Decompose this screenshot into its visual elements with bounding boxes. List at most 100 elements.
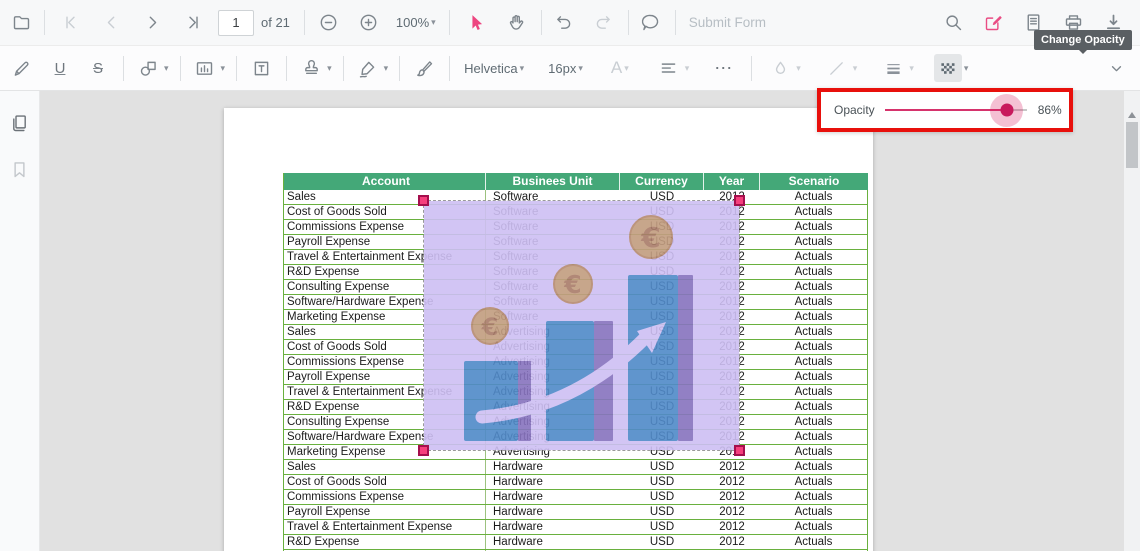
thumbnails-panel-button[interactable] [6, 109, 34, 137]
caret-down-icon: ▾ [221, 63, 226, 74]
redo-button[interactable] [590, 9, 618, 37]
table-cell-scenario: Actuals [760, 520, 868, 534]
text-color-icon: A [611, 58, 622, 78]
freehand-tool-button[interactable] [7, 54, 35, 82]
caret-down-icon: ▾ [796, 63, 801, 74]
table-cell-year: 2012 [704, 505, 760, 519]
table-cell-scenario: Actuals [760, 280, 868, 294]
table-cell-scenario: Actuals [760, 220, 868, 234]
zoom-level-value: 100% [396, 15, 429, 30]
table-cell-business-unit: Hardware [486, 490, 620, 504]
resize-handle-ne[interactable] [734, 195, 745, 206]
resize-handle-nw[interactable] [418, 195, 429, 206]
table-row: SalesHardwareUSD2012Actuals [283, 460, 868, 475]
shapes-icon [138, 58, 159, 79]
table-cell-account: R&D Expense [283, 535, 486, 549]
strikeout-tool-button[interactable]: S [84, 54, 112, 82]
chevron-down-icon [1106, 58, 1127, 79]
zoom-in-button[interactable] [355, 9, 383, 37]
last-page-button[interactable] [179, 9, 207, 37]
hand-icon [506, 12, 527, 33]
table-cell-year: 2012 [704, 490, 760, 504]
fill-color-dropdown[interactable]: ▾ [766, 54, 801, 82]
opacity-dropdown[interactable]: ▾ [934, 54, 969, 82]
undo-button[interactable] [550, 9, 578, 37]
left-sidebar [0, 91, 40, 551]
folder-icon [11, 12, 32, 33]
header-scenario: Scenario [760, 173, 868, 190]
caret-down-icon: ▾ [327, 63, 332, 74]
table-cell-account: Commissions Expense [283, 490, 486, 504]
undo-icon [553, 12, 574, 33]
select-tool-button[interactable] [462, 9, 490, 37]
page-number-input[interactable] [218, 10, 254, 36]
brush-tool-button[interactable] [410, 54, 438, 82]
table-cell-scenario: Actuals [760, 235, 868, 249]
toggle-panel-button[interactable] [7, 9, 35, 37]
table-cell-scenario: Actuals [760, 490, 868, 504]
separator [180, 56, 181, 81]
separator [628, 10, 629, 35]
edit-pencil-icon [983, 12, 1004, 33]
bookmark-icon [9, 159, 30, 180]
table-cell-account: Payroll Expense [283, 505, 486, 519]
pan-tool-button[interactable] [503, 9, 531, 37]
comment-button[interactable] [637, 9, 665, 37]
text-color-dropdown[interactable]: A ▾ [611, 58, 629, 78]
more-options-button[interactable]: ⋯ [709, 54, 737, 82]
separator [44, 10, 45, 35]
edit-annotations-button[interactable] [979, 9, 1007, 37]
separator [541, 10, 542, 35]
caret-down-icon: ▾ [578, 63, 583, 74]
image-annotation[interactable]: € € € [423, 200, 740, 451]
opacity-slider[interactable] [885, 109, 1027, 111]
table-row: Cost of Goods SoldHardwareUSD2012Actuals [283, 475, 868, 490]
font-size-dropdown[interactable]: 16px ▾ [548, 61, 583, 76]
table-row: R&D ExpenseHardwareUSD2012Actuals [283, 535, 868, 550]
caret-down-icon: ▾ [384, 63, 389, 74]
opacity-slider-handle[interactable] [1000, 104, 1013, 117]
next-page-button[interactable] [138, 9, 166, 37]
comment-bubble-icon [640, 12, 661, 33]
resize-handle-se[interactable] [734, 445, 745, 456]
separator [751, 56, 752, 81]
table-cell-scenario: Actuals [760, 445, 868, 459]
table-cell-currency: USD [620, 475, 704, 489]
table-cell-account: Travel & Entertainment Expense [283, 520, 486, 534]
image-tool-dropdown[interactable]: ▾ [191, 54, 226, 82]
text-align-dropdown[interactable]: ▾ [655, 54, 690, 82]
line-thickness-dropdown[interactable]: ▾ [879, 54, 914, 82]
table-cell-currency: USD [620, 520, 704, 534]
underline-tool-button[interactable]: U [46, 54, 74, 82]
collapse-toolbar-button[interactable] [1102, 54, 1130, 82]
resize-handle-sw[interactable] [418, 445, 429, 456]
submit-form-button[interactable]: Submit Form [689, 15, 766, 30]
separator [343, 56, 344, 81]
font-family-dropdown[interactable]: Helvetica ▾ [464, 61, 524, 76]
table-cell-currency: USD [620, 490, 704, 504]
table-cell-currency: USD [620, 460, 704, 474]
previous-page-button[interactable] [97, 9, 125, 37]
outlines-panel-button[interactable] [6, 155, 34, 183]
search-button[interactable] [939, 9, 967, 37]
cursor-arrow-icon [465, 12, 486, 33]
first-page-button[interactable] [56, 9, 84, 37]
stroke-style-dropdown[interactable]: ▾ [823, 54, 858, 82]
signature-tool-dropdown[interactable]: ▾ [354, 54, 389, 82]
table-cell-scenario: Actuals [760, 295, 868, 309]
table-cell-scenario: Actuals [760, 310, 868, 324]
header-year: Year [704, 173, 760, 190]
stamp-tool-dropdown[interactable]: ▾ [297, 54, 332, 82]
table-cell-business-unit: Hardware [486, 475, 620, 489]
zoom-level-dropdown[interactable]: 100% ▾ [396, 15, 436, 30]
scroll-up-arrow-icon[interactable] [1128, 112, 1136, 118]
scrollbar-thumb[interactable] [1126, 122, 1138, 168]
shapes-tool-dropdown[interactable]: ▾ [134, 54, 169, 82]
zoom-out-button[interactable] [315, 9, 343, 37]
caret-down-icon: ▾ [964, 63, 969, 74]
table-cell-scenario: Actuals [760, 190, 868, 204]
vertical-scrollbar[interactable] [1124, 91, 1140, 551]
chevron-left-icon [101, 12, 122, 33]
table-cell-scenario: Actuals [760, 325, 868, 339]
textbox-tool-button[interactable] [247, 54, 275, 82]
